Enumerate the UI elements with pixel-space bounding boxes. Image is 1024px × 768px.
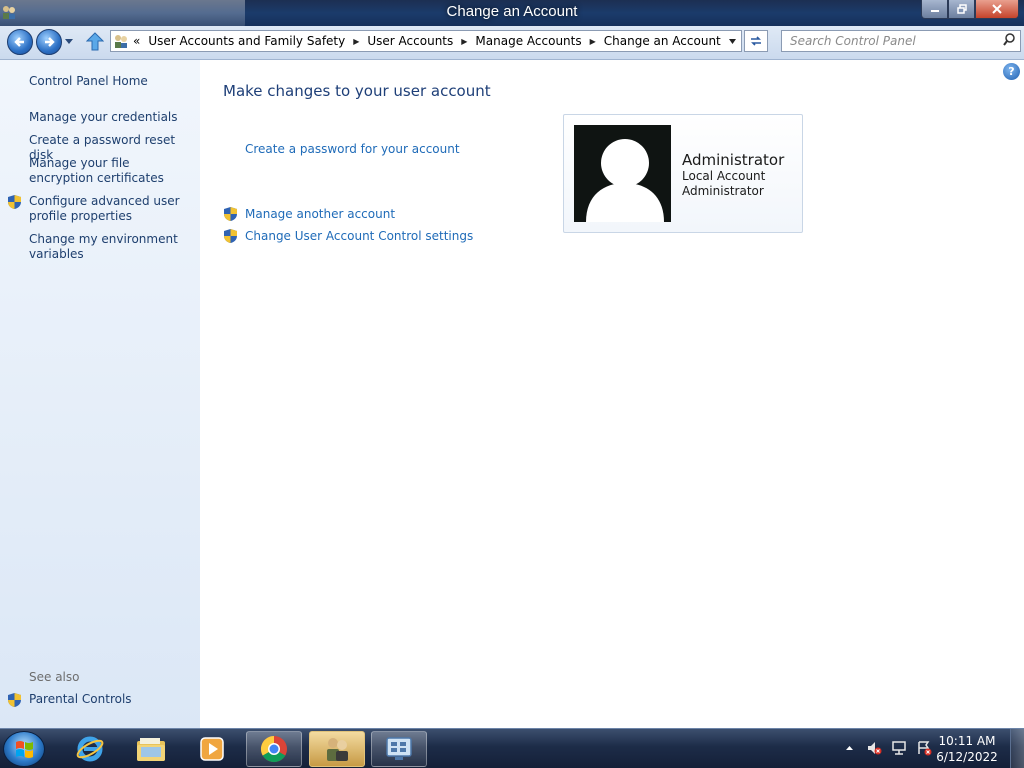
address-overflow-chevrons[interactable]: «	[133, 34, 140, 48]
breadcrumb-user-accounts[interactable]: User Accounts	[367, 34, 453, 48]
internet-explorer-icon	[76, 736, 104, 762]
sidebar-configure-advanced-profile[interactable]: Configure advanced user profile properti…	[29, 194, 194, 224]
file-explorer-icon	[137, 738, 165, 761]
taskbar-chrome[interactable]	[246, 731, 302, 767]
page-title: Make changes to your user account	[223, 82, 491, 100]
help-icon[interactable]: ?	[1003, 63, 1020, 80]
user-accounts-icon	[327, 738, 348, 761]
breadcrumb-separator-icon[interactable]: ▶	[590, 37, 596, 46]
uac-shield-icon	[8, 693, 21, 707]
recent-pages-chevron-icon[interactable]	[64, 38, 74, 46]
action-center-alert-icon[interactable]	[916, 740, 932, 756]
taskbar: 10:11 AM 6/12/2022	[0, 728, 1024, 768]
minimize-icon	[930, 10, 939, 12]
taskbar-user-accounts[interactable]	[309, 731, 365, 767]
back-button[interactable]	[7, 29, 33, 55]
close-button[interactable]	[975, 0, 1019, 19]
uac-shield-icon	[8, 195, 21, 209]
chrome-icon	[260, 735, 287, 763]
user-accounts-icon	[115, 35, 127, 48]
window-title: Change an Account	[446, 3, 578, 20]
breadcrumb-separator-icon[interactable]: ▶	[461, 37, 467, 46]
breadcrumb-manage-accounts[interactable]: Manage Accounts	[475, 34, 581, 48]
sidebar-manage-credentials[interactable]: Manage your credentials	[29, 110, 194, 125]
sidebar-change-environment-variables[interactable]: Change my environment variables	[29, 232, 194, 262]
search-icon[interactable]	[1003, 33, 1015, 47]
sidebar-control-panel-home[interactable]: Control Panel Home	[29, 74, 194, 89]
see-also-label: See also	[29, 670, 80, 684]
sidebar-parental-controls[interactable]: Parental Controls	[29, 692, 194, 707]
sidebar: Control Panel Home Manage your credentia…	[0, 60, 200, 728]
breadcrumb-change-an-account[interactable]: Change an Account	[604, 34, 721, 48]
volume-muted-icon[interactable]	[866, 740, 882, 756]
clock-time: 10:11 AM	[938, 734, 996, 748]
taskbar-internet-explorer[interactable]	[62, 731, 118, 767]
address-history-chevron-icon[interactable]	[728, 38, 737, 45]
sidebar-manage-file-encryption[interactable]: Manage your file encryption certificates	[29, 156, 194, 186]
account-name: Administrator	[682, 151, 785, 169]
uac-shield-icon	[224, 229, 237, 243]
account-role: Administrator	[682, 184, 764, 198]
control-panel-icon	[386, 737, 412, 760]
search-input[interactable]: Search Control Panel	[781, 30, 1021, 52]
refresh-button[interactable]	[744, 30, 768, 52]
forward-arrow-icon	[45, 37, 55, 47]
avatar	[574, 125, 671, 222]
restore-button[interactable]	[948, 0, 975, 19]
media-player-icon	[200, 737, 224, 761]
account-card: Administrator Local Account Administrato…	[563, 114, 803, 233]
main-content: ? Make changes to your user account Crea…	[200, 60, 1024, 728]
windows-logo-icon	[16, 741, 33, 758]
restore-icon	[956, 4, 967, 14]
refresh-icon	[751, 36, 761, 46]
taskbar-control-panel[interactable]	[371, 731, 427, 767]
up-arrow-icon[interactable]	[86, 32, 104, 52]
breadcrumb-separator-icon[interactable]: ▶	[353, 37, 359, 46]
clock-date: 6/12/2022	[936, 750, 998, 764]
close-icon	[992, 4, 1002, 14]
taskbar-media-player[interactable]	[184, 731, 240, 767]
search-placeholder: Search Control Panel	[790, 34, 916, 48]
system-clock[interactable]: 10:11 AM 6/12/2022	[932, 733, 1002, 765]
show-hidden-icons-chevron-icon[interactable]	[845, 745, 854, 751]
title-bar: Change an Account	[0, 0, 1024, 30]
uac-shield-icon	[224, 207, 237, 221]
manage-another-account-link[interactable]: Manage another account	[245, 207, 395, 221]
address-bar[interactable]: « User Accounts and Family Safety ▶ User…	[110, 30, 742, 52]
navigation-bar: « User Accounts and Family Safety ▶ User…	[0, 26, 1024, 60]
back-arrow-icon	[14, 37, 24, 47]
network-icon[interactable]	[891, 740, 907, 756]
forward-button[interactable]	[36, 29, 62, 55]
breadcrumb-user-accounts-family-safety[interactable]: User Accounts and Family Safety	[148, 34, 345, 48]
user-silhouette-icon	[586, 139, 664, 222]
taskbar-file-explorer[interactable]	[123, 731, 179, 767]
change-uac-settings-link[interactable]: Change User Account Control settings	[245, 229, 473, 243]
account-type: Local Account	[682, 169, 766, 183]
create-password-link[interactable]: Create a password for your account	[245, 142, 460, 156]
show-desktop-button[interactable]	[1010, 729, 1024, 768]
minimize-button[interactable]	[921, 0, 948, 19]
start-button[interactable]	[3, 731, 45, 767]
